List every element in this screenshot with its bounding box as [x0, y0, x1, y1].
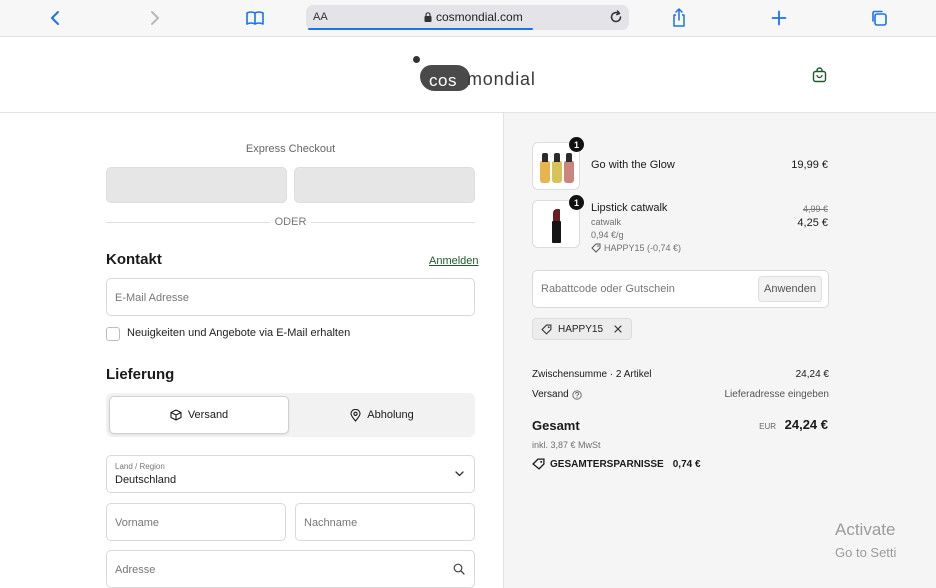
express-pay-button-2[interactable]: [294, 167, 475, 203]
os-activation-watermark: Activate: [835, 520, 896, 539]
item-price: 19,99 €: [791, 159, 828, 171]
newsletter-label: Neuigkeiten und Angebote via E-Mail erha…: [127, 327, 351, 339]
bookmarks-icon[interactable]: [242, 6, 268, 30]
new-tab-icon[interactable]: [766, 6, 792, 30]
newsletter-checkbox[interactable]: [106, 327, 120, 341]
first-name-placeholder: Vorname: [115, 517, 160, 529]
divider-line-right: [311, 222, 475, 223]
address-bar[interactable]: AA cosmondial.com: [306, 5, 629, 30]
country-label: Land / Region: [115, 462, 165, 471]
last-name-field[interactable]: Nachname: [295, 503, 475, 541]
chevron-down-icon: [455, 471, 464, 477]
total-label: Gesamt: [532, 418, 580, 433]
item-price: 4,25 €: [797, 217, 828, 229]
discount-code-field[interactable]: Rabattcode oder Gutschein Anwenden: [532, 270, 829, 308]
savings-label: GESAMTERSPARNISSE: [550, 458, 664, 470]
savings-value: 0,74 €: [672, 458, 701, 470]
back-icon[interactable]: [42, 6, 68, 30]
email-field[interactable]: E-Mail Adresse: [106, 278, 475, 316]
first-name-field[interactable]: Vorname: [106, 503, 286, 541]
item-name: Go with the Glow: [591, 159, 675, 171]
applied-discount-code: HAPPY15: [558, 323, 604, 335]
close-icon[interactable]: [613, 324, 623, 334]
tag-icon: [532, 458, 545, 470]
browser-toolbar: AA cosmondial.com: [0, 0, 936, 37]
checkout-form: Express Checkout ODER Kontakt Anmelden E…: [0, 113, 503, 588]
pickup-option-label: Abholung: [367, 409, 414, 421]
serum-bottle: [552, 153, 562, 183]
subtotal-row: Zwischensumme · 2 Artikel 24,24 €: [532, 369, 829, 380]
order-summary: 1 Go with the Glow 19,99 € 1 Lipstick ca…: [503, 113, 936, 588]
express-checkout-label: Express Checkout: [245, 143, 336, 155]
item-unit-price: 0,94 €/g: [591, 230, 624, 240]
express-pay-button-1[interactable]: [106, 167, 287, 203]
address-placeholder: Adresse: [115, 564, 156, 576]
total-amount: 24,24 €: [784, 417, 828, 432]
item-name: Lipstick catwalk: [591, 202, 668, 214]
site-header: cos mondial: [0, 38, 936, 113]
or-divider: ODER: [106, 215, 475, 229]
ship-option[interactable]: Versand: [109, 396, 289, 434]
ship-option-label: Versand: [187, 409, 229, 421]
site-logo[interactable]: cos mondial: [410, 55, 535, 95]
tag-icon: [541, 324, 552, 335]
subtotal-value: 24,24 €: [795, 369, 829, 380]
share-icon[interactable]: [666, 6, 692, 30]
country-select[interactable]: Land / Region Deutschland: [106, 455, 475, 493]
logo-dot: [413, 56, 420, 63]
lipstick-body: [552, 221, 561, 243]
item-original-price: 4,99 €: [802, 204, 828, 214]
email-placeholder: E-Mail Adresse: [115, 292, 189, 304]
country-value: Deutschland: [115, 474, 177, 486]
lock-icon: [424, 12, 432, 22]
forward-icon[interactable]: [142, 6, 168, 30]
total-savings: GESAMTERSPARNISSE 0,74 €: [532, 458, 701, 470]
product-thumbnail-lipstick: 1: [532, 195, 584, 248]
total-currency: EUR: [759, 422, 776, 431]
tax-note: inkl. 3,87 € MwSt: [532, 440, 601, 450]
discount-placeholder: Rabattcode oder Gutschein: [541, 283, 675, 295]
page-load-progress: [308, 28, 533, 30]
item-discount: HAPPY15 (-0,74 €): [591, 243, 681, 253]
search-icon[interactable]: [453, 563, 465, 575]
shipping-value: Lieferadresse eingeben: [724, 389, 829, 400]
apply-discount-button[interactable]: Anwenden: [758, 276, 822, 302]
logo-text-prefix: cos: [429, 71, 457, 90]
contact-heading: Kontakt: [106, 251, 162, 268]
delivery-method-toggle: Versand Abholung: [106, 393, 475, 437]
reload-icon[interactable]: [608, 9, 624, 25]
tag-icon: [591, 243, 601, 253]
text-size-button[interactable]: AA: [313, 11, 328, 23]
serum-bottle: [564, 153, 574, 183]
package-icon: [170, 409, 182, 421]
shipping-label: Versand: [532, 389, 569, 400]
item-discount-label: HAPPY15 (-0,74 €): [604, 243, 682, 253]
url-text: cosmondial.com: [436, 10, 523, 24]
os-activation-hint: Go to Setti: [835, 545, 897, 560]
login-link[interactable]: Anmelden: [429, 255, 479, 267]
applied-discount-chip: HAPPY15: [532, 318, 633, 340]
shipping-row: Versand Lieferadresse eingeben: [532, 389, 829, 400]
item-variant: catwalk: [591, 217, 622, 227]
delivery-heading: Lieferung: [106, 366, 175, 383]
tabs-overview-icon[interactable]: [866, 6, 892, 30]
product-thumbnail-glow: 1: [532, 137, 584, 190]
logo-text-suffix: mondial: [467, 69, 536, 89]
shopping-bag-icon[interactable]: [812, 67, 827, 83]
quantity-badge: 1: [569, 195, 584, 210]
address-field[interactable]: Adresse: [106, 550, 475, 588]
pickup-option[interactable]: Abholung: [292, 396, 472, 434]
location-pin-icon: [350, 408, 361, 422]
serum-bottle: [540, 153, 550, 183]
quantity-badge: 1: [569, 137, 584, 152]
subtotal-label: Zwischensumme · 2 Artikel: [532, 369, 652, 380]
help-icon[interactable]: [572, 390, 582, 400]
last-name-placeholder: Nachname: [304, 517, 358, 529]
